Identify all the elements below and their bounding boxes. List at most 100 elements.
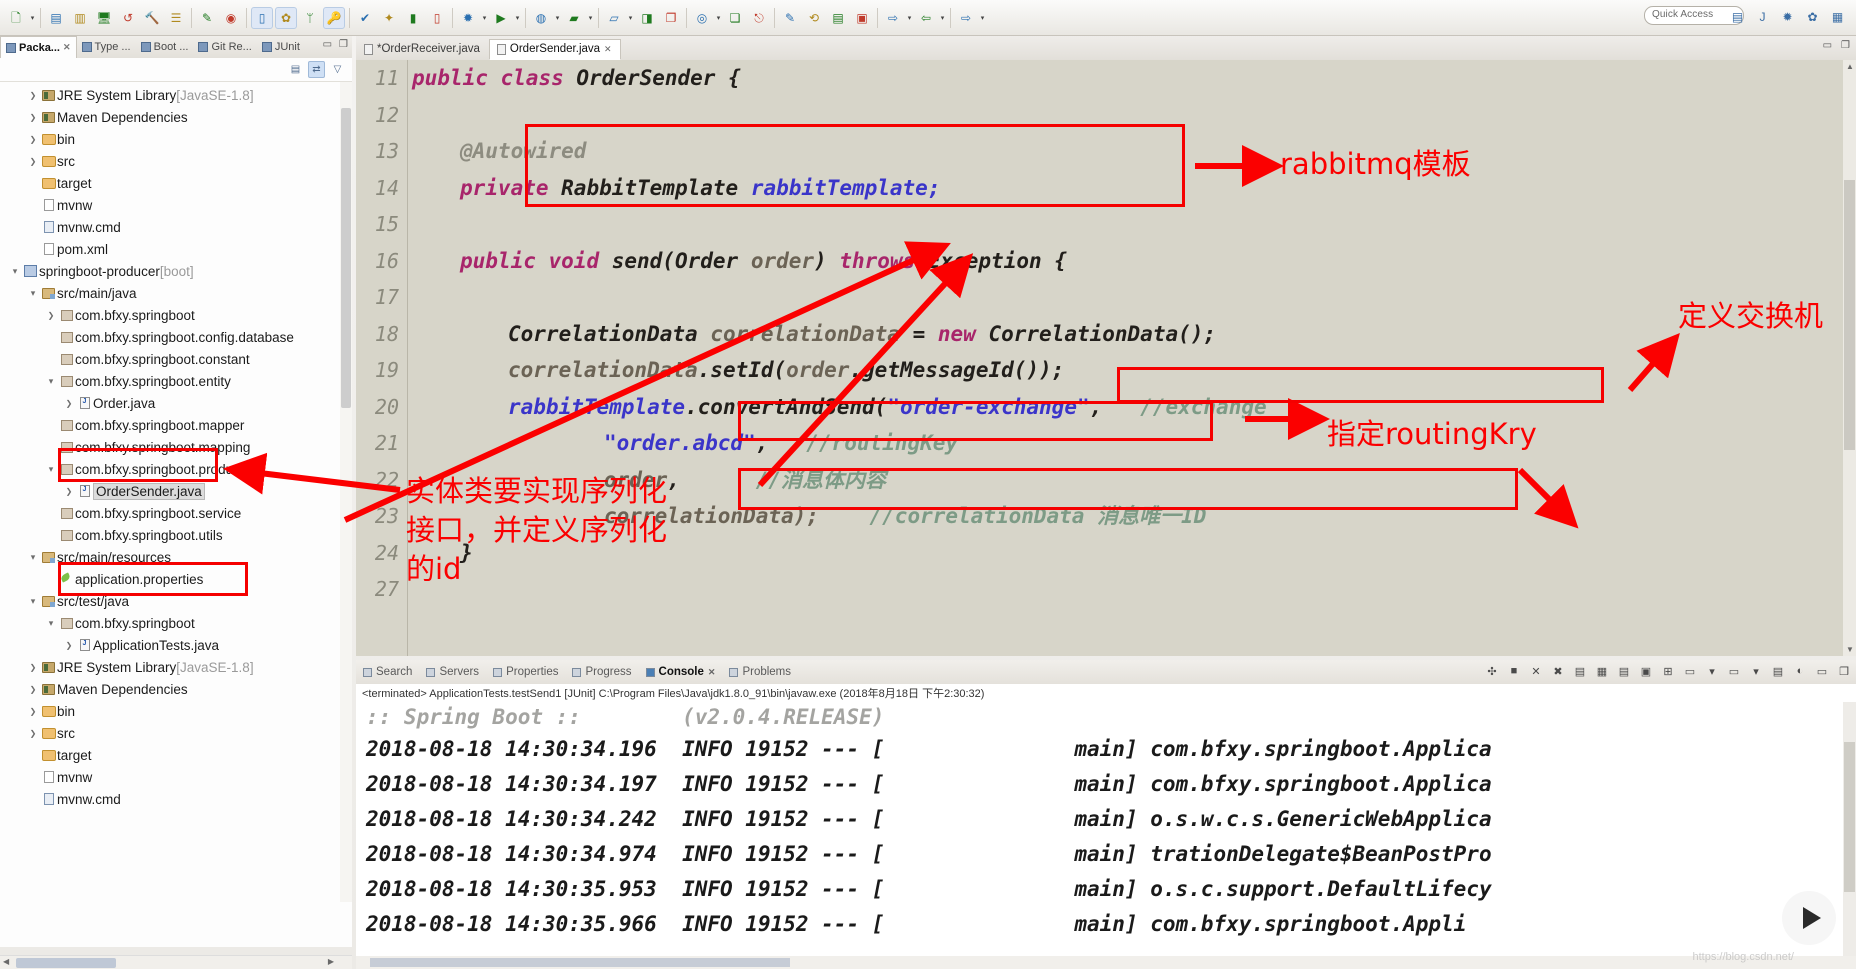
- newclass-caret[interactable]: ▾: [586, 7, 595, 29]
- newpkg-caret[interactable]: ▾: [626, 7, 635, 29]
- tab-type-hierarchy[interactable]: Type ...: [77, 36, 136, 58]
- new-package-icon[interactable]: ▱: [603, 7, 625, 29]
- chevron-right-icon[interactable]: [26, 707, 40, 716]
- forward-caret[interactable]: ▾: [978, 7, 987, 29]
- remove-all-terminated-icon[interactable]: ✖: [1550, 663, 1566, 679]
- console-tab-search[interactable]: Search: [356, 660, 419, 684]
- display-selected-console-icon[interactable]: ▭: [1682, 663, 1698, 679]
- new-wizard-icon[interactable]: 🗋: [5, 7, 27, 29]
- tree-item-pkg-constant[interactable]: com.bfxy.springboot.constant: [0, 348, 352, 370]
- remove-launch-icon[interactable]: ✕: [1528, 663, 1544, 679]
- tree-item-src-2[interactable]: src: [0, 722, 352, 744]
- scrollbar-thumb[interactable]: [1844, 742, 1855, 892]
- search-caret[interactable]: ▾: [714, 7, 723, 29]
- pencil-icon[interactable]: ✎: [196, 7, 218, 29]
- tree-item-pom-xml[interactable]: pom.xml: [0, 238, 352, 260]
- editor-group-icon[interactable]: ❏: [724, 7, 746, 29]
- open-console-icon[interactable]: ▭: [1726, 663, 1742, 679]
- outline-icon[interactable]: ☰: [165, 7, 187, 29]
- tree-item-bin-2[interactable]: bin: [0, 700, 352, 722]
- tree-item-pkg-entity[interactable]: com.bfxy.springboot.entity: [0, 370, 352, 392]
- chevron-down-icon[interactable]: [44, 618, 58, 629]
- editor-tab-ordersender[interactable]: OrderSender.java ✕: [488, 39, 621, 60]
- debug-caret[interactable]: ▾: [480, 7, 489, 29]
- tree-item-maven-dependencies-2[interactable]: Maven Dependencies: [0, 678, 352, 700]
- tree-item-src-main-resources[interactable]: src/main/resources: [0, 546, 352, 568]
- chevron-right-icon[interactable]: [26, 135, 40, 144]
- tree-item-mvnw-cmd[interactable]: mvnw.cmd: [0, 216, 352, 238]
- editor-minimize-button[interactable]: ▭: [1823, 40, 1832, 51]
- debug-bug-icon[interactable]: ✹: [457, 7, 479, 29]
- forward-icon[interactable]: ⇨: [955, 7, 977, 29]
- chevron-right-icon[interactable]: [62, 399, 76, 408]
- editor-maximize-button[interactable]: ❐: [1841, 40, 1850, 51]
- chevron-down-icon[interactable]: [26, 288, 40, 299]
- run-external-icon[interactable]: ◍: [530, 7, 552, 29]
- tree-item-mvnw[interactable]: mvnw: [0, 194, 352, 216]
- chevron-right-icon[interactable]: [26, 113, 40, 122]
- key-icon[interactable]: 🔑: [323, 6, 345, 29]
- search-icon[interactable]: ◎: [691, 7, 713, 29]
- tree-item-pkg-mapping[interactable]: com.bfxy.springboot.mapping: [0, 436, 352, 458]
- tree-item-applicationtests-java[interactable]: ApplicationTests.java: [0, 634, 352, 656]
- code-area[interactable]: 11 12 13 14 15 16 17 18 19 20 21 22 23 24 27 public cl…: [356, 60, 1856, 656]
- java-perspective-icon[interactable]: J: [1753, 7, 1772, 26]
- tree-item-src[interactable]: src: [0, 150, 352, 172]
- editor-vertical-scrollbar[interactable]: ▲ ▼: [1843, 60, 1856, 656]
- close-icon[interactable]: ✕: [708, 667, 716, 678]
- back-icon[interactable]: ⇦: [915, 7, 937, 29]
- maven-icon[interactable]: ✦: [378, 7, 400, 29]
- console-horizontal-scrollbar[interactable]: [356, 956, 1856, 969]
- tree-item-target-2[interactable]: target: [0, 744, 352, 766]
- chevron-right-icon[interactable]: [62, 641, 76, 650]
- tab-junit[interactable]: JUnit: [257, 36, 305, 58]
- undo-icon[interactable]: ↺: [117, 7, 139, 29]
- chevron-down-icon[interactable]: [8, 266, 22, 277]
- debug-perspective-icon[interactable]: ✹: [1778, 7, 1797, 26]
- chevron-right-icon[interactable]: [62, 487, 76, 496]
- editor-tab-orderreceiver[interactable]: *OrderReceiver.java: [356, 39, 489, 60]
- scrollbar-thumb[interactable]: [16, 958, 116, 968]
- chevron-down-icon[interactable]: [44, 464, 58, 475]
- word-wrap-icon[interactable]: ▤: [1616, 663, 1632, 679]
- tree-item-pkg-mapper[interactable]: com.bfxy.springboot.mapper: [0, 414, 352, 436]
- tree-item-order-java[interactable]: Order.java: [0, 392, 352, 414]
- minimize-view-button[interactable]: ▭: [323, 39, 332, 50]
- maximize-view-button[interactable]: ❐: [339, 39, 348, 50]
- tree-item-springboot-producer[interactable]: springboot-producer [boot]: [0, 260, 352, 282]
- back-caret[interactable]: ▾: [938, 7, 947, 29]
- tab-boot-dashboard[interactable]: Boot ...: [136, 36, 194, 58]
- close-icon[interactable]: ✕: [604, 44, 612, 55]
- javaee-perspective-icon[interactable]: ▦: [1828, 7, 1847, 26]
- show-console-on-output-icon[interactable]: ▣: [1638, 663, 1654, 679]
- build-icon[interactable]: 🔨: [141, 7, 163, 29]
- server-icon[interactable]: ▤: [827, 7, 849, 29]
- tree-item-pkg-service[interactable]: com.bfxy.springboot.service: [0, 502, 352, 524]
- spring-boot-icon[interactable]: ✿: [275, 6, 297, 29]
- tree-item-pkg-springboot[interactable]: com.bfxy.springboot: [0, 304, 352, 326]
- console-tab-properties[interactable]: Properties: [486, 660, 565, 684]
- tree-item-mvnw-2[interactable]: mvnw: [0, 766, 352, 788]
- terminal-icon[interactable]: ▣: [851, 7, 873, 29]
- tree-item-maven-dependencies[interactable]: Maven Dependencies: [0, 106, 352, 128]
- console-output[interactable]: :: Spring Boot :: (v2.0.4.RELEASE) 2018-…: [356, 702, 1856, 969]
- link-with-editor-button[interactable]: ⇄: [308, 61, 325, 78]
- open-perspective-button-icon[interactable]: ▤: [1728, 7, 1747, 26]
- console-tab-console[interactable]: Console ✕: [639, 660, 723, 684]
- close-icon[interactable]: ✕: [63, 42, 71, 53]
- tree-item-src-main-java[interactable]: src/main/java: [0, 282, 352, 304]
- tomcat-icon[interactable]: ᛘ: [299, 7, 321, 29]
- tree-item-bin[interactable]: bin: [0, 128, 352, 150]
- scrollbar-thumb[interactable]: [1844, 180, 1855, 450]
- view-menu-icon[interactable]: ◐: [1792, 663, 1808, 679]
- next-annotation-icon[interactable]: ⇨: [882, 7, 904, 29]
- tree-item-pkg-utils[interactable]: com.bfxy.springboot.utils: [0, 524, 352, 546]
- pin-icon[interactable]: ✎: [779, 7, 801, 29]
- console-vertical-scrollbar[interactable]: [1843, 702, 1856, 969]
- collapse-all-button[interactable]: ▤: [287, 61, 304, 78]
- scroll-lock-icon[interactable]: ▦: [1594, 663, 1610, 679]
- open-type-icon[interactable]: ▯: [251, 6, 273, 29]
- tree-item-ordersender-java[interactable]: OrderSender.java: [0, 480, 352, 502]
- maximize-console-button[interactable]: ❐: [1836, 663, 1852, 679]
- tree-item-test-pkg-springboot[interactable]: com.bfxy.springboot: [0, 612, 352, 634]
